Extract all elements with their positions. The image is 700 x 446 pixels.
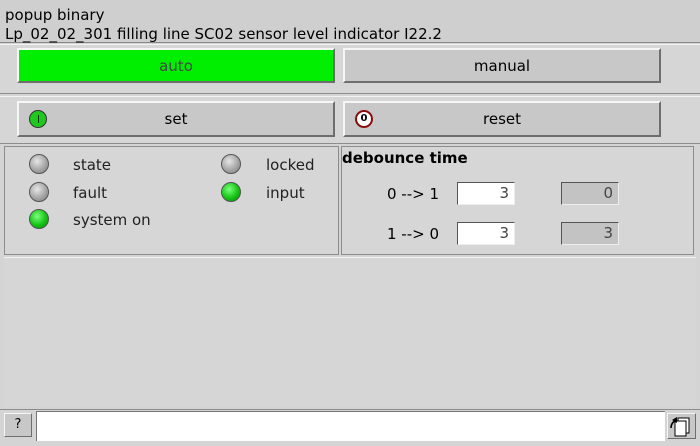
debounce-title: debounce time xyxy=(342,149,468,167)
manual-button[interactable]: manual xyxy=(343,48,661,83)
popup-header: popup binary Lp_02_02_301 filling line S… xyxy=(0,0,700,43)
popup-title: popup binary xyxy=(5,6,105,24)
reset-button-label: reset xyxy=(483,110,521,128)
locked-led-icon xyxy=(221,154,241,174)
indicator-panel: state fault system on locked input xyxy=(4,146,339,255)
debounce-0-1-setpoint-input[interactable]: 3 xyxy=(457,182,515,205)
fault-led-icon xyxy=(29,182,49,202)
set-button-label: set xyxy=(164,110,188,128)
zero-ring-icon: 0 xyxy=(355,110,373,128)
set-button[interactable]: set xyxy=(17,101,335,137)
popup-subtitle: Lp_02_02_301 filling line SC02 sensor le… xyxy=(5,25,442,43)
reset-button[interactable]: 0 reset xyxy=(343,101,661,137)
help-button[interactable]: ? xyxy=(4,413,32,437)
state-label: state xyxy=(73,156,111,174)
message-bar xyxy=(36,411,665,441)
content-area xyxy=(4,257,696,407)
debounce-panel: debounce time 0 --> 1 3 0 1 --> 0 3 3 xyxy=(341,146,694,255)
status-bar: ? xyxy=(0,409,700,446)
locked-label: locked xyxy=(266,156,315,174)
window-switch-button[interactable] xyxy=(667,413,696,439)
state-led-icon xyxy=(29,154,49,174)
debounce-1-0-setpoint-input[interactable]: 3 xyxy=(457,222,515,245)
system-on-led-icon xyxy=(29,209,49,229)
fault-label: fault xyxy=(73,184,108,202)
debounce-0-1-actual-value: 0 xyxy=(561,182,619,205)
input-label: input xyxy=(266,184,305,202)
green-led-icon xyxy=(29,110,47,128)
system-on-label: system on xyxy=(73,211,151,229)
input-led-icon xyxy=(221,182,241,202)
debounce-row-label: 1 --> 0 xyxy=(387,225,440,243)
debounce-1-0-actual-value: 3 xyxy=(561,222,619,245)
window-switch-icon xyxy=(670,417,690,437)
debounce-row-label: 0 --> 1 xyxy=(387,185,440,203)
auto-button[interactable]: auto xyxy=(17,48,335,83)
